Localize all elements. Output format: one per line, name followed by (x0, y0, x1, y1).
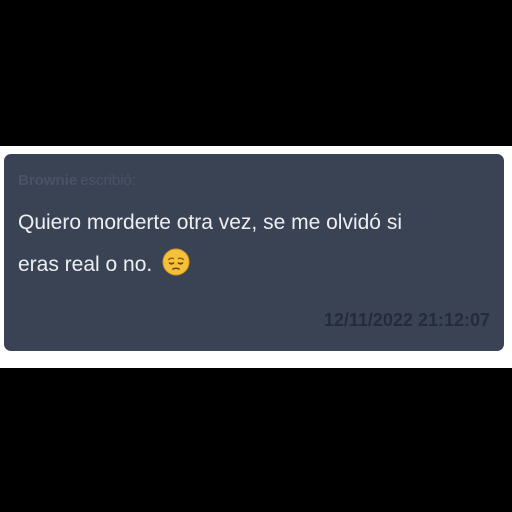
message-bubble: Brownie escribió: Quiero morderte otra ve… (4, 154, 504, 351)
pensive-face-icon (162, 248, 190, 276)
author-verb: escribió: (80, 172, 137, 189)
message-timestamp: 12/11/2022 21:12:07 (323, 310, 490, 330)
message-text: Quiero morderte otra vez, se me olvidó s… (18, 202, 494, 286)
author-name[interactable]: Brownie (18, 172, 77, 189)
message-line-1: Quiero morderte otra vez, se me olvidó s… (18, 211, 402, 234)
top-letterbox (0, 0, 512, 146)
message-line-2: eras real o no. (18, 253, 153, 276)
message-header: Brownie escribió: (18, 172, 136, 190)
bottom-letterbox (0, 368, 512, 512)
message-line-2-wrap: eras real o no. (18, 244, 494, 286)
